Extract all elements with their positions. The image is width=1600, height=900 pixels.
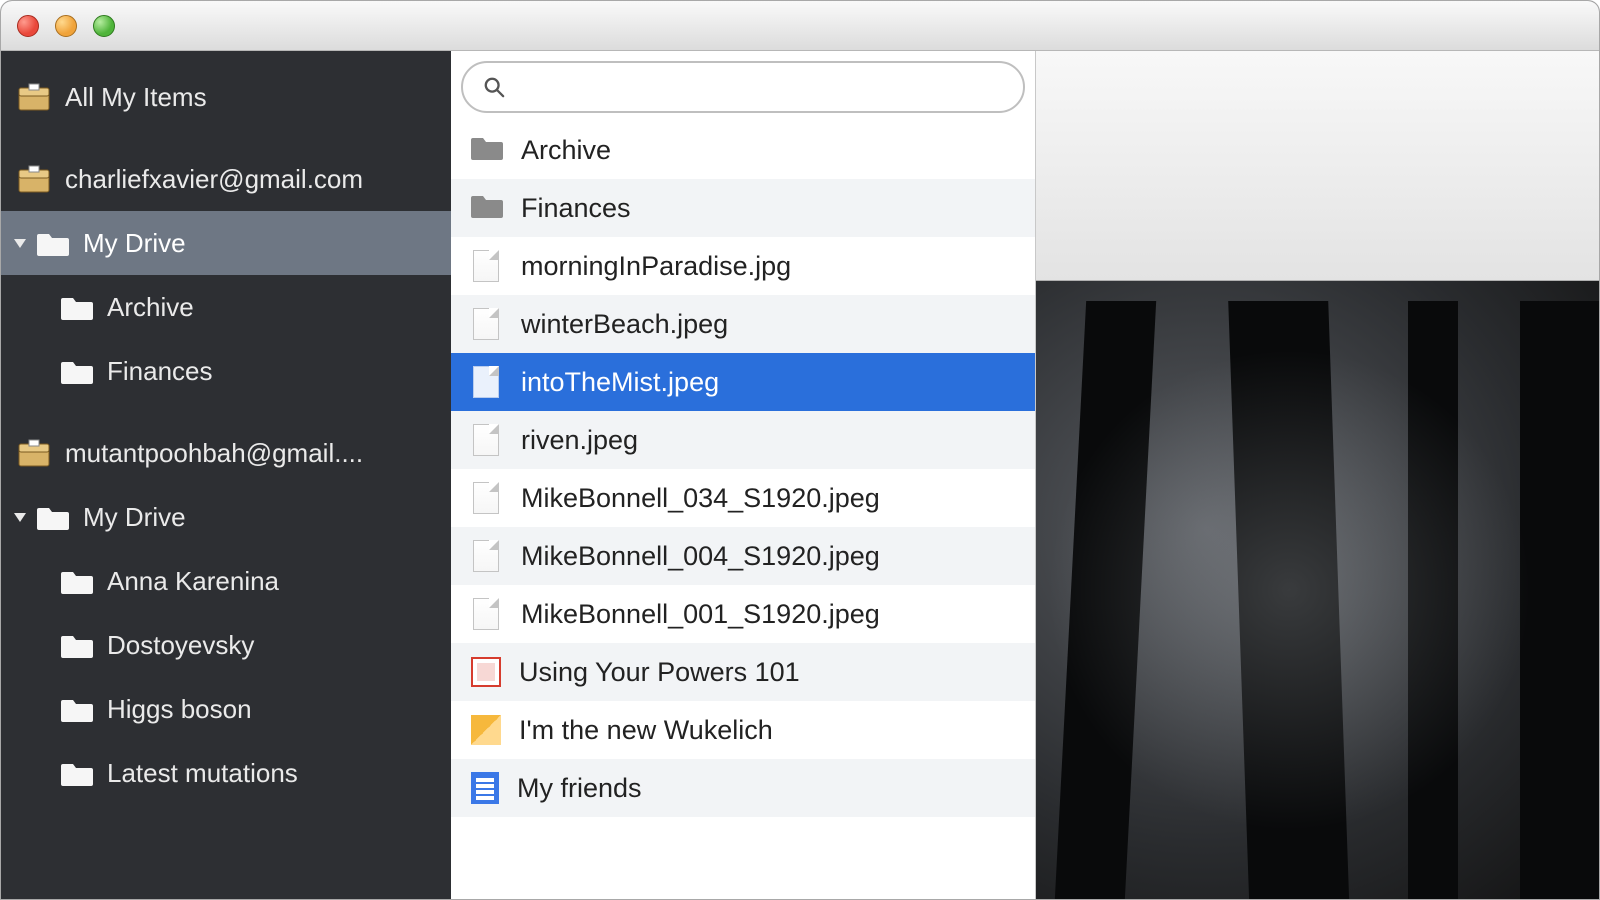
- file-name: morningInParadise.jpg: [521, 251, 791, 282]
- titlebar: [1, 1, 1599, 51]
- file-row[interactable]: Using Your Powers 101: [451, 643, 1035, 701]
- file-name: I'm the new Wukelich: [519, 715, 773, 746]
- search-input[interactable]: [517, 74, 1003, 100]
- file-name: Using Your Powers 101: [519, 657, 800, 688]
- search-icon: [483, 76, 505, 98]
- file-icon: [473, 366, 499, 398]
- preview-pane: [1036, 51, 1599, 899]
- file-row[interactable]: I'm the new Wukelich: [451, 701, 1035, 759]
- file-row[interactable]: winterBeach.jpeg: [451, 295, 1035, 353]
- file-list: Archive Finances morningInParadise.jpg wint…: [451, 121, 1035, 899]
- sidebar-folder[interactable]: Dostoyevsky: [1, 613, 451, 677]
- sidebar-folder[interactable]: Anna Karenina: [1, 549, 451, 613]
- sidebar-folder-label: Finances: [107, 356, 213, 387]
- file-name: Finances: [521, 193, 631, 224]
- folder-icon: [61, 294, 93, 320]
- traffic-lights: [17, 15, 115, 37]
- sidebar-folder[interactable]: Latest mutations: [1, 741, 451, 805]
- sidebar-folder-label: Anna Karenina: [107, 566, 279, 597]
- sidebar-all-items-label: All My Items: [65, 82, 207, 113]
- file-icon: [473, 482, 499, 514]
- file-name: My friends: [517, 773, 642, 804]
- file-name: riven.jpeg: [521, 425, 638, 456]
- sidebar-account-label: charliefxavier@gmail.com: [65, 164, 363, 195]
- folder-icon: [61, 358, 93, 384]
- sidebar-folder[interactable]: Finances: [1, 339, 451, 403]
- file-name: MikeBonnell_034_S1920.jpeg: [521, 483, 880, 514]
- folder-icon: [61, 760, 93, 786]
- folder-icon: [37, 504, 69, 530]
- file-name: winterBeach.jpeg: [521, 309, 728, 340]
- sidebar-folder-label: Latest mutations: [107, 758, 298, 789]
- sidebar-folder-label: Higgs boson: [107, 694, 252, 725]
- content: All My Items charliefxavier@gmail.com My…: [1, 51, 1599, 899]
- file-name: MikeBonnell_001_S1920.jpeg: [521, 599, 880, 630]
- file-row[interactable]: Archive: [451, 121, 1035, 179]
- sidebar-my-drive[interactable]: My Drive: [1, 485, 451, 549]
- file-row[interactable]: MikeBonnell_001_S1920.jpeg: [451, 585, 1035, 643]
- sidebar-my-drive[interactable]: My Drive: [1, 211, 451, 275]
- file-pane: Archive Finances morningInParadise.jpg wint…: [451, 51, 1036, 899]
- folder-icon: [37, 230, 69, 256]
- folder-icon: [471, 134, 503, 166]
- close-button[interactable]: [17, 15, 39, 37]
- file-row[interactable]: MikeBonnell_004_S1920.jpeg: [451, 527, 1035, 585]
- sidebar: All My Items charliefxavier@gmail.com My…: [1, 51, 451, 899]
- folder-icon: [61, 568, 93, 594]
- minimize-button[interactable]: [55, 15, 77, 37]
- slides-icon: [471, 657, 501, 687]
- sidebar-folder[interactable]: Higgs boson: [1, 677, 451, 741]
- file-row[interactable]: My friends: [451, 759, 1035, 817]
- sidebar-drive-label: My Drive: [83, 502, 186, 533]
- sidebar-folder[interactable]: Archive: [1, 275, 451, 339]
- sidebar-drive-label: My Drive: [83, 228, 186, 259]
- file-name: MikeBonnell_004_S1920.jpeg: [521, 541, 880, 572]
- preview-image: [1036, 281, 1599, 899]
- file-row[interactable]: intoTheMist.jpeg: [451, 353, 1035, 411]
- disclosure-arrow-icon: [11, 508, 29, 526]
- sidebar-all-items[interactable]: All My Items: [1, 65, 451, 129]
- zoom-button[interactable]: [93, 15, 115, 37]
- file-name: intoTheMist.jpeg: [521, 367, 719, 398]
- sidebar-folder-label: Dostoyevsky: [107, 630, 254, 661]
- app-window: All My Items charliefxavier@gmail.com My…: [0, 0, 1600, 900]
- box-icon: [17, 438, 51, 468]
- folder-icon: [471, 192, 503, 224]
- sidebar-folder-label: Archive: [107, 292, 194, 323]
- search-box[interactable]: [461, 61, 1025, 113]
- sidebar-account-label: mutantpoohbah@gmail....: [65, 438, 363, 469]
- file-name: Archive: [521, 135, 611, 166]
- search-wrap: [451, 51, 1035, 121]
- file-row[interactable]: riven.jpeg: [451, 411, 1035, 469]
- file-icon: [473, 250, 499, 282]
- file-icon: [473, 424, 499, 456]
- file-row[interactable]: MikeBonnell_034_S1920.jpeg: [451, 469, 1035, 527]
- box-icon: [17, 164, 51, 194]
- file-icon: [473, 308, 499, 340]
- sidebar-account[interactable]: mutantpoohbah@gmail....: [1, 421, 451, 485]
- preview-toolbar: [1036, 51, 1599, 281]
- file-row[interactable]: morningInParadise.jpg: [451, 237, 1035, 295]
- folder-icon: [61, 632, 93, 658]
- folder-icon: [61, 696, 93, 722]
- disclosure-arrow-icon: [11, 234, 29, 252]
- file-icon: [473, 598, 499, 630]
- file-row[interactable]: Finances: [451, 179, 1035, 237]
- doc-icon: [471, 772, 499, 804]
- drawing-icon: [471, 715, 501, 745]
- file-icon: [473, 540, 499, 572]
- box-icon: [17, 82, 51, 112]
- sidebar-account[interactable]: charliefxavier@gmail.com: [1, 147, 451, 211]
